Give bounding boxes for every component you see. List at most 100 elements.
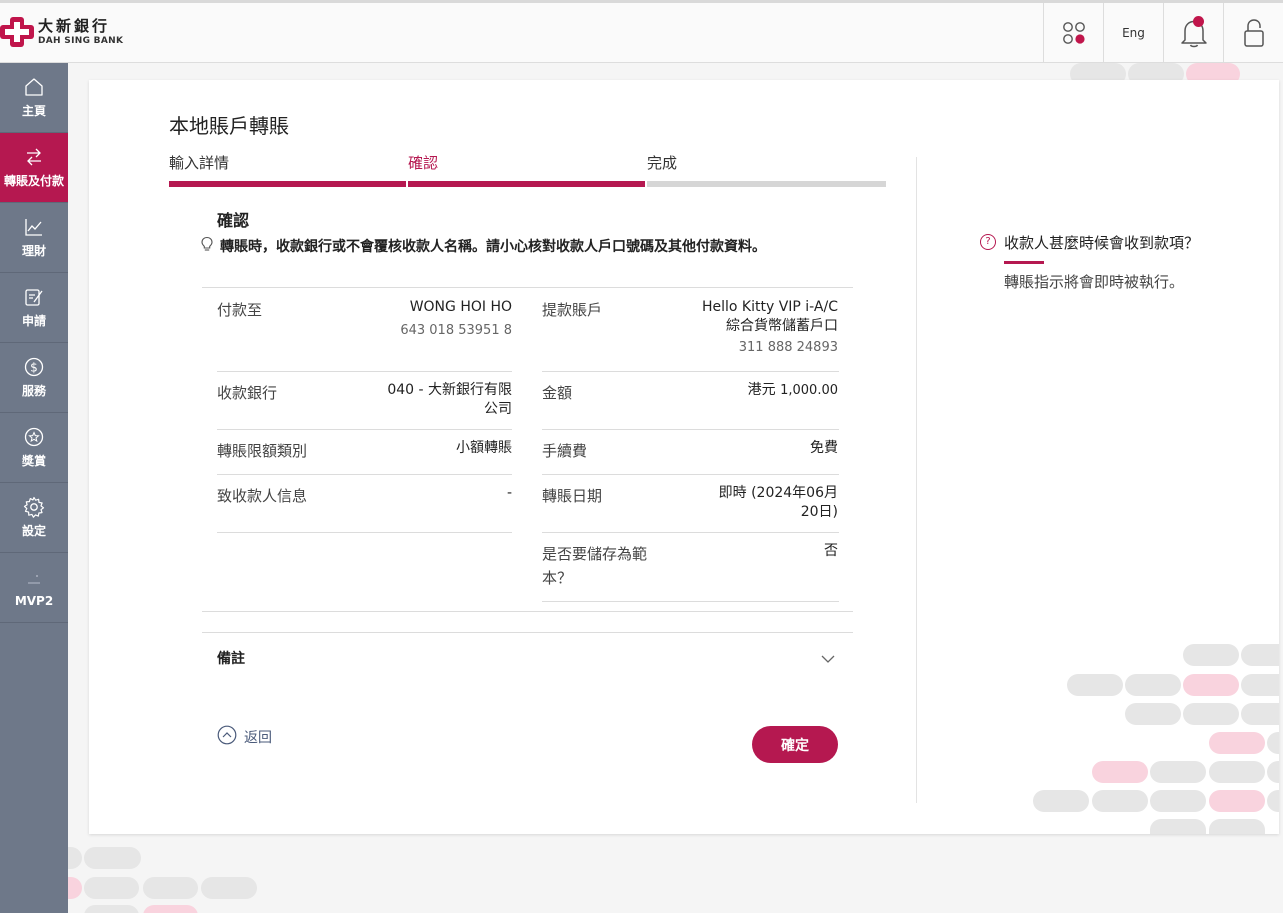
sidebar-item-apply[interactable]: 申請 <box>0 273 68 343</box>
table-bottom-rule <box>202 611 853 612</box>
row-divider <box>217 371 512 372</box>
transfer-date-line1: 即時 (2024年06月 <box>718 485 838 501</box>
chevron-down-icon[interactable] <box>820 649 836 668</box>
save-template-value: 否 <box>824 543 838 559</box>
sidebar-item-label: 主頁 <box>21 104 46 118</box>
sidebar-item-label: 服務 <box>21 384 46 398</box>
sidebar-item-label: MVP2 <box>14 593 54 608</box>
bank-value-line1: 040 - 大新銀行有限 <box>387 382 512 398</box>
sidebar-item-home[interactable]: 主頁 <box>0 63 68 133</box>
notice-text: 轉賬時，收款銀行或不會覆核收款人名稱。請小心核對收款人戶口號碼及其他付款資料。 <box>220 239 766 255</box>
help-panel: ? 收款人甚麼時候會收到款項？ 轉賬指示將會即時被執行。 <box>980 230 1220 293</box>
row-divider <box>542 429 839 430</box>
table-top-rule <box>202 287 853 288</box>
lightbulb-icon <box>200 236 214 256</box>
column-divider <box>916 157 917 803</box>
gear-icon <box>23 496 45 518</box>
language-toggle[interactable]: Eng <box>1103 3 1163 62</box>
save-template-label: 是否要儲存為範 本？ <box>542 542 647 590</box>
transfer-date-label: 轉賬日期 <box>542 487 603 505</box>
mvp-icon <box>24 568 44 590</box>
message-value: - <box>506 485 512 501</box>
bank-value: 040 - 大新銀行有限 公司 <box>352 381 512 419</box>
bank-label: 收款銀行 <box>217 384 278 402</box>
notifications-button[interactable] <box>1163 3 1223 62</box>
from-account-name: Hello Kitty VIP i-A/C <box>701 299 838 315</box>
brand-name-en: DAH SING BANK <box>38 35 124 46</box>
step-input-details: 輸入詳情 <box>169 152 406 187</box>
sidebar-item-label: 獎賞 <box>21 454 46 468</box>
row-divider <box>542 601 839 602</box>
question-icon: ? <box>980 234 996 250</box>
help-question[interactable]: ? 收款人甚麼時候會收到款項？ <box>980 230 1220 256</box>
chevron-up-circle-icon <box>217 725 237 749</box>
transfer-icon <box>24 146 44 168</box>
top-header: 大新銀行 DAH SING BANK Eng <box>0 0 1283 63</box>
payee-label: 付款至 <box>217 301 263 319</box>
transfer-card: 本地賬戶轉賬 輸入詳情 確認 完成 確認 轉賬時，收款銀行或不會覆核收款人名稱。… <box>89 80 1279 834</box>
remarks-toggle[interactable]: 備註 <box>217 648 245 668</box>
sidebar-item-mvp2[interactable]: MVP2 <box>0 553 68 623</box>
from-account-number: 311 888 24893 <box>738 340 838 355</box>
row-divider <box>542 532 839 533</box>
form-icon <box>24 286 44 308</box>
sidebar-item-rewards[interactable]: 獎賞 <box>0 413 68 483</box>
notification-badge <box>1193 16 1204 27</box>
step-label: 完成 <box>647 154 678 172</box>
row-divider <box>542 371 839 372</box>
sidebar-nav: 主頁 轉賬及付款 理財 申請 $ 服務 獎賞 設定 MVP2 <box>0 63 68 913</box>
back-label: 返回 <box>244 730 272 746</box>
sidebar-item-label: 轉賬及付款 <box>3 174 64 188</box>
step-bar <box>647 181 886 187</box>
save-template-label-line1: 是否要儲存為範 <box>542 545 648 563</box>
step-bar <box>408 181 645 187</box>
brand-name-cn: 大新銀行 <box>38 16 111 35</box>
logo-mark-icon <box>0 17 34 47</box>
logout-button[interactable] <box>1223 3 1283 62</box>
sidebar-item-label: 理財 <box>21 244 46 258</box>
svg-text:$: $ <box>30 361 38 375</box>
step-label: 確認 <box>408 154 439 172</box>
page-title: 本地賬戶轉賬 <box>169 114 289 138</box>
sidebar-item-label: 申請 <box>21 314 46 328</box>
sidebar-item-label: 設定 <box>21 524 46 538</box>
limit-type-label: 轉賬限額類別 <box>217 442 308 460</box>
limit-type-value: 小額轉賬 <box>456 440 512 456</box>
payee-account-number: 643 018 53951 8 <box>400 323 512 338</box>
transfer-date-line2: 20日) <box>800 504 838 520</box>
payee-value: WONG HOI HO 643 018 53951 8 <box>352 298 512 340</box>
fee-value: 免費 <box>810 440 838 456</box>
lock-icon <box>1243 18 1264 47</box>
progress-stepper: 輸入詳情 確認 完成 <box>169 152 886 187</box>
row-divider <box>217 429 512 430</box>
home-icon <box>24 76 44 98</box>
sidebar-item-transfer[interactable]: 轉賬及付款 <box>0 133 68 203</box>
message-label: 致收款人信息 <box>217 487 308 505</box>
confirm-button[interactable]: 確定 <box>752 726 838 763</box>
amount-value: 港元 1,000.00 <box>658 381 838 400</box>
help-underline <box>1004 261 1044 264</box>
from-account-type: 綜合貨幣儲蓄戶口 <box>726 318 838 334</box>
help-answer: 轉賬指示將會即時被執行。 <box>1004 273 1185 291</box>
row-divider <box>217 532 512 533</box>
fee-label: 手續費 <box>542 442 588 460</box>
star-icon <box>24 426 44 448</box>
remarks-top-rule <box>202 632 853 633</box>
payee-name-notice: 轉賬時，收款銀行或不會覆核收款人名稱。請小心核對收款人戶口號碼及其他付款資料。 <box>200 236 766 256</box>
amount-number: 1,000.00 <box>780 383 838 398</box>
dollar-icon: $ <box>24 356 44 378</box>
from-account-value: Hello Kitty VIP i-A/C 綜合貨幣儲蓄戶口 311 888 2… <box>658 298 838 357</box>
payee-name: WONG HOI HO <box>409 299 512 315</box>
back-button[interactable]: 返回 <box>217 725 272 749</box>
bank-logo[interactable]: 大新銀行 DAH SING BANK <box>0 17 123 47</box>
save-template-label-line2: 本？ <box>542 569 573 587</box>
step-complete: 完成 <box>647 152 886 187</box>
apps-icon <box>1062 21 1085 44</box>
sidebar-item-settings[interactable]: 設定 <box>0 483 68 553</box>
apps-button[interactable] <box>1043 3 1103 62</box>
transfer-date-value: 即時 (2024年06月 20日) <box>658 484 838 522</box>
sidebar-item-services[interactable]: $ 服務 <box>0 343 68 413</box>
step-label: 輸入詳情 <box>169 154 230 172</box>
language-label: Eng <box>1122 25 1145 40</box>
sidebar-item-wealth[interactable]: 理財 <box>0 203 68 273</box>
